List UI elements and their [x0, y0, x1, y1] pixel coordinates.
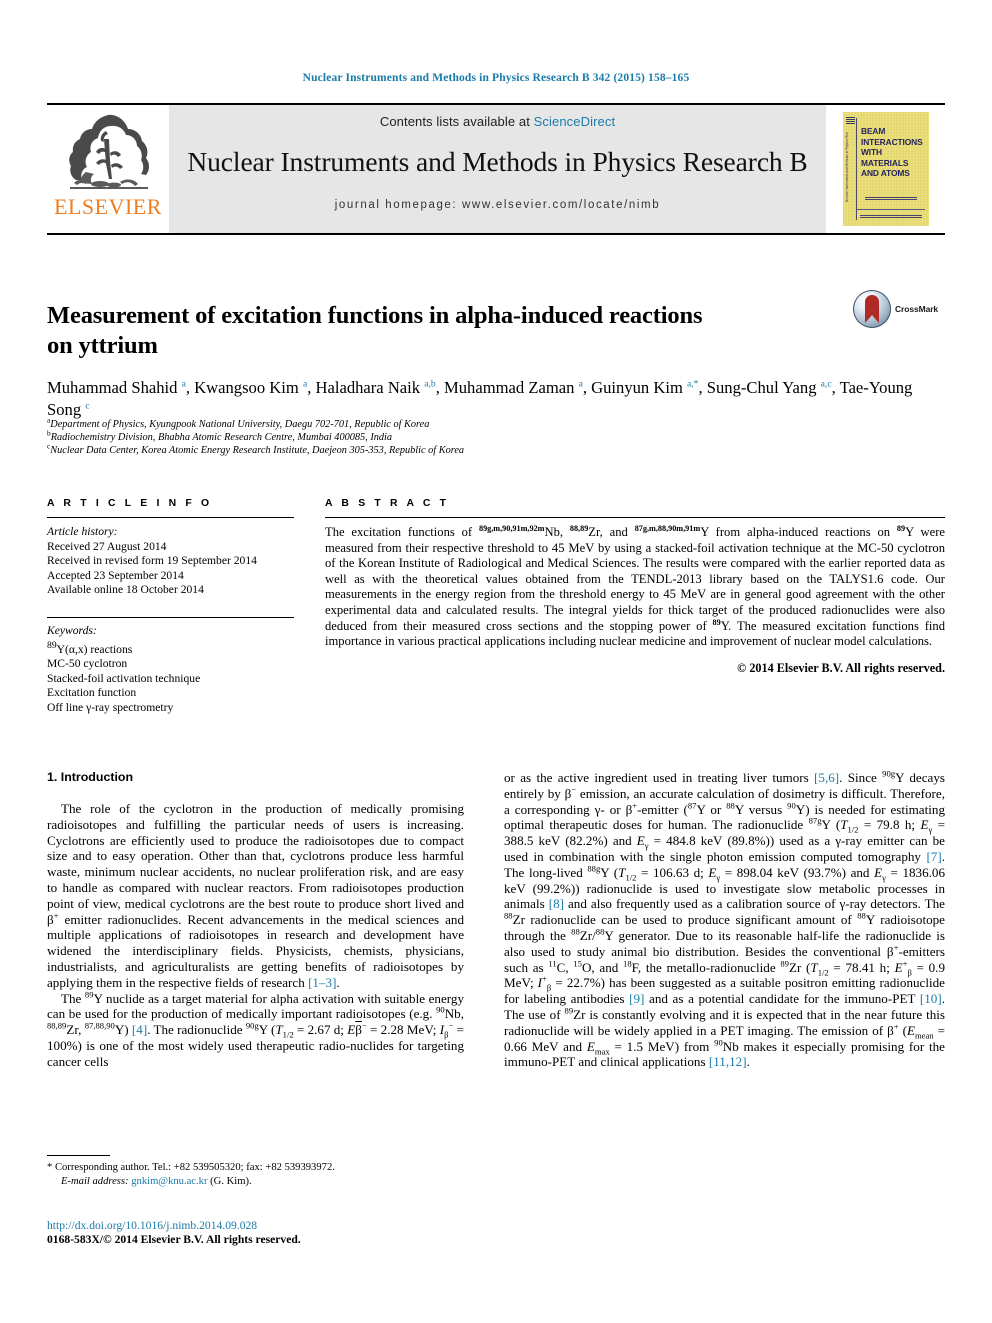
- abstract-heading: A B S T R A C T: [325, 498, 450, 509]
- email-link[interactable]: gnkim@knu.ac.kr: [131, 1176, 207, 1187]
- journal-cover-image: Nuclear Instruments and Methods in Physi…: [843, 112, 929, 226]
- paragraph: or as the active ingredient used in trea…: [504, 768, 946, 1070]
- elsevier-wordmark: ELSEVIER: [54, 194, 162, 219]
- journal-masthead: ELSEVIER Contents lists available at Sci…: [47, 103, 945, 235]
- issn-copyright-line: 0168-583X/© 2014 Elsevier B.V. All right…: [47, 1233, 301, 1247]
- abstract-copyright: © 2014 Elsevier B.V. All rights reserved…: [737, 660, 945, 675]
- body-column-left: 1. Introduction The role of the cyclotro…: [47, 770, 464, 1070]
- footnote-divider: [47, 1155, 110, 1156]
- keyword-item: MC-50 cyclotron: [47, 657, 128, 671]
- history-item: Accepted 23 September 2014: [47, 568, 184, 582]
- keywords-label: Keywords:: [47, 623, 97, 637]
- keyword-item: Excitation function: [47, 686, 137, 700]
- article-title-line-2: on yttrium: [47, 332, 158, 360]
- affiliation-text: Nuclear Data Center, Korea Atomic Energy…: [50, 445, 465, 457]
- section-heading-introduction: 1. Introduction: [47, 770, 134, 784]
- body-column-right: or as the active ingredient used in trea…: [504, 768, 946, 1070]
- affiliation-item: bRadiochemistry Division, Bhabha Atomic …: [47, 430, 927, 444]
- history-item: Received in revised form 19 September 20…: [47, 554, 257, 568]
- journal-cover-block: Nuclear Instruments and Methods in Physi…: [826, 105, 945, 233]
- crossmark-icon: [853, 290, 891, 328]
- journal-homepage-line[interactable]: journal homepage: www.elsevier.com/locat…: [335, 199, 660, 211]
- doi-link[interactable]: http://dx.doi.org/10.1016/j.nimb.2014.09…: [47, 1219, 507, 1233]
- doi-block: http://dx.doi.org/10.1016/j.nimb.2014.09…: [47, 1219, 507, 1248]
- abstract-text: The excitation functions of 89g,m,90,91m…: [325, 523, 945, 649]
- contents-available-line: Contents lists available at ScienceDirec…: [380, 114, 615, 129]
- author-list: Muhammad Shahid a, Kwangsoo Kim a, Halad…: [47, 378, 913, 419]
- keyword-item: 89Y(α,x) reactions: [47, 639, 133, 656]
- paragraph: The 89Y nuclide as a target material for…: [47, 989, 464, 1069]
- running-head: Nuclear Instruments and Methods in Physi…: [302, 72, 690, 84]
- affiliation-text: Department of Physics, Kyungpook Nationa…: [50, 419, 430, 430]
- divider: [47, 616, 294, 618]
- contents-prefix: Contents lists available at: [379, 114, 534, 129]
- elsevier-tree-icon: [56, 109, 160, 195]
- cover-elsevier-mark: [846, 116, 855, 124]
- crossmark-label: CrossMark: [895, 304, 939, 314]
- elsevier-logo-block: ELSEVIER: [47, 105, 169, 233]
- cover-spine-text: Nuclear Instruments and Methods in Physi…: [845, 132, 849, 202]
- email-label: E-mail address:: [61, 1176, 129, 1187]
- affiliation-text: Radiochemistry Division, Bhabha Atomic R…: [50, 432, 393, 444]
- corresponding-author-line: * Corresponding author. Tel.: +82 539505…: [47, 1162, 335, 1173]
- affiliation-item: aDepartment of Physics, Kyungpook Nation…: [47, 416, 927, 431]
- article-history-label: Article history:: [47, 525, 118, 538]
- abstract-panel: A B S T R A C T The excitation functions…: [325, 498, 945, 676]
- keyword-item: Off line γ-ray spectrometry: [47, 700, 174, 714]
- sciencedirect-link[interactable]: ScienceDirect: [534, 114, 616, 129]
- corresponding-author-footnote: * Corresponding author. Tel.: +82 539505…: [47, 1155, 464, 1189]
- keywords-block: Keywords: 89Y(α,x) reactions MC-50 cyclo…: [47, 616, 294, 715]
- affiliation-list: aDepartment of Physics, Kyungpook Nation…: [47, 416, 927, 458]
- paragraph: The role of the cyclotron in the product…: [47, 801, 464, 990]
- affiliation-item: cNuclear Data Center, Korea Atomic Energ…: [47, 443, 927, 457]
- email-owner: (G. Kim).: [210, 1176, 252, 1187]
- history-item: Available online 18 October 2014: [47, 583, 204, 597]
- divider: [47, 517, 294, 518]
- page-title: Measurement of excitation functions in a…: [47, 301, 837, 361]
- divider: [325, 517, 945, 518]
- keyword-item: Stacked-foil activation technique: [47, 671, 201, 685]
- masthead-center-panel: Contents lists available at ScienceDirec…: [169, 105, 826, 233]
- journal-title: Nuclear Instruments and Methods in Physi…: [187, 146, 808, 177]
- crossmark-badge-group[interactable]: CrossMark: [853, 288, 945, 330]
- history-item: Received 27 August 2014: [47, 539, 167, 553]
- article-info-heading: A R T I C L E I N F O: [47, 498, 213, 509]
- article-history-block: Article history: Received 27 August 2014…: [47, 525, 294, 598]
- article-title-line-1: Measurement of excitation functions in a…: [47, 302, 703, 330]
- article-first-page: Nuclear Instruments and Methods in Physi…: [0, 0, 992, 1323]
- article-info-panel: A R T I C L E I N F O Article history: R…: [47, 498, 294, 715]
- cover-title-text: BEAM INTERACTIONS WITH MATERIALS AND ATO…: [861, 126, 923, 179]
